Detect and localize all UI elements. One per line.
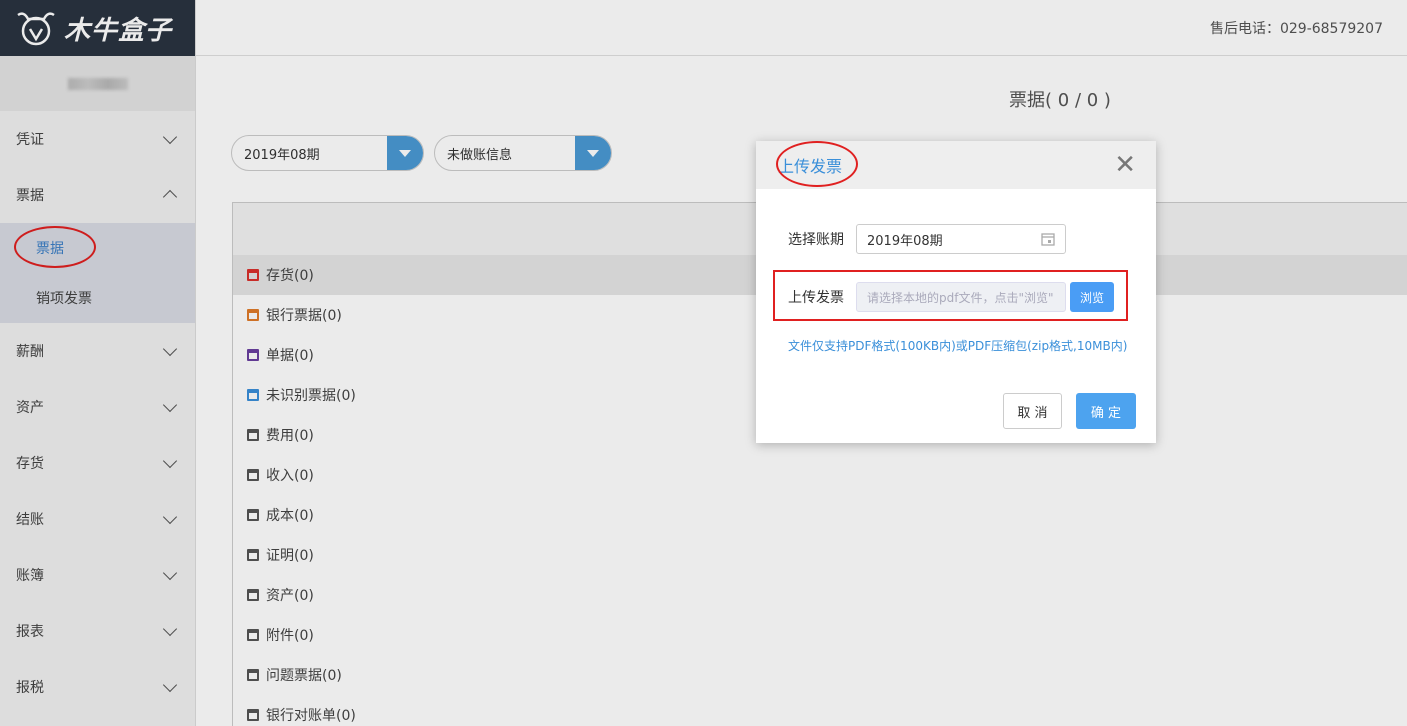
- file-path-input[interactable]: 请选择本地的pdf文件，点击"浏览": [856, 282, 1066, 312]
- confirm-button[interactable]: 确 定: [1076, 393, 1136, 429]
- close-icon[interactable]: ✕: [1114, 152, 1136, 178]
- period-label: 选择账期: [788, 232, 844, 248]
- cancel-button[interactable]: 取 消: [1003, 393, 1062, 429]
- period-date-value: 2019年08期: [867, 233, 943, 249]
- upload-label: 上传发票: [788, 290, 844, 306]
- dialog-title: 上传发票: [778, 157, 843, 176]
- period-date-input[interactable]: 2019年08期: [856, 224, 1066, 254]
- dialog-header: 上传发票 ✕: [756, 141, 1156, 189]
- file-format-hint: 文件仅支持PDF格式(100KB内)或PDF压缩包(zip格式,10MB内): [788, 339, 1128, 353]
- modal-mask: [0, 0, 1407, 726]
- upload-invoice-dialog: 上传发票 ✕ 选择账期 2019年08期 上传发票 请选择本地的pdf文件，点击…: [756, 141, 1156, 443]
- browse-button[interactable]: 浏览: [1070, 282, 1114, 312]
- period-row: 选择账期 2019年08期: [788, 224, 1066, 254]
- calendar-icon: [1041, 233, 1055, 246]
- upload-row: 上传发票 请选择本地的pdf文件，点击"浏览" 浏览: [788, 282, 1114, 312]
